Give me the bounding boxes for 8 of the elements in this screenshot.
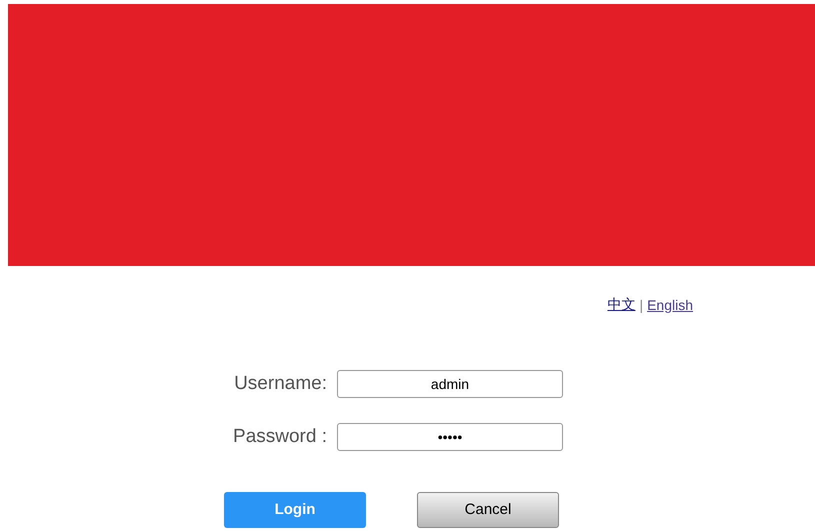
field-label: Username: (233, 372, 328, 396)
language-link[interactable]: 中文 (607, 294, 636, 316)
input-field[interactable]: ••••• (337, 422, 563, 451)
cancel-button[interactable]: Cancel (417, 492, 559, 528)
field-label: Password : (232, 424, 328, 448)
language-link[interactable]: English (647, 294, 693, 316)
input-field[interactable]: admin (337, 370, 563, 398)
separator: | (639, 296, 644, 315)
